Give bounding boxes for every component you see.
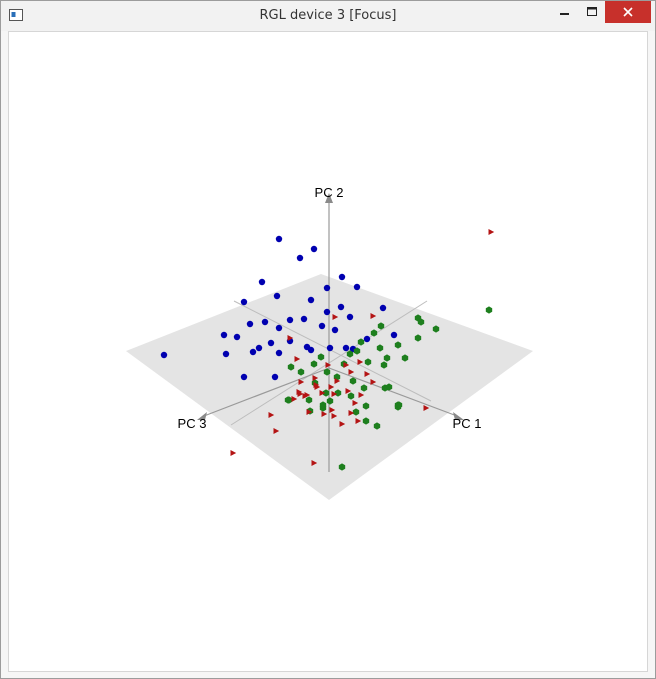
close-icon xyxy=(623,7,633,17)
point-blue xyxy=(249,348,257,356)
point-blue xyxy=(240,373,248,381)
title-bar[interactable]: RGL device 3 [Focus] xyxy=(1,1,655,31)
point-blue xyxy=(326,344,334,352)
point-blue xyxy=(337,303,345,311)
point-blue xyxy=(273,292,281,300)
point-blue xyxy=(323,308,331,316)
point-blue xyxy=(342,344,350,352)
point-blue xyxy=(271,373,279,381)
minimize-icon xyxy=(560,13,569,15)
rgl-canvas[interactable]: PC 2 PC 1 PC 3 xyxy=(8,31,648,672)
maximize-button[interactable] xyxy=(579,1,605,23)
axis-label-pc1: PC 1 xyxy=(453,416,482,431)
point-blue xyxy=(275,349,283,357)
point-green xyxy=(485,306,493,314)
point-blue xyxy=(307,296,315,304)
point-blue xyxy=(338,273,346,281)
point-blue xyxy=(160,351,168,359)
point-red xyxy=(488,229,495,235)
point-blue xyxy=(233,333,241,341)
point-blue xyxy=(255,344,263,352)
point-blue xyxy=(258,278,266,286)
point-blue xyxy=(240,298,248,306)
point-blue xyxy=(379,304,387,312)
point-blue xyxy=(346,313,354,321)
point-blue xyxy=(275,324,283,332)
axis-label-pc2: PC 2 xyxy=(315,185,344,200)
close-button[interactable] xyxy=(605,1,651,23)
point-blue xyxy=(318,322,326,330)
axis-label-pc3: PC 3 xyxy=(178,416,207,431)
point-red xyxy=(230,450,237,456)
point-blue xyxy=(286,316,294,324)
point-blue xyxy=(275,235,283,243)
3d-scatter-scene[interactable]: PC 2 PC 1 PC 3 xyxy=(9,32,647,671)
maximize-icon xyxy=(587,7,597,16)
point-blue xyxy=(246,320,254,328)
point-blue xyxy=(323,284,331,292)
point-blue xyxy=(363,335,371,343)
point-blue xyxy=(390,331,398,339)
point-blue xyxy=(353,283,361,291)
point-blue xyxy=(261,318,269,326)
point-blue xyxy=(267,339,275,347)
point-blue xyxy=(222,350,230,358)
point-blue xyxy=(296,254,304,262)
rgl-window: RGL device 3 [Focus] PC 2 PC 1 PC 3 xyxy=(0,0,656,679)
minimize-button[interactable] xyxy=(553,1,577,23)
point-blue xyxy=(310,245,318,253)
point-blue xyxy=(220,331,228,339)
point-blue xyxy=(307,346,315,354)
point-blue xyxy=(300,315,308,323)
point-blue xyxy=(331,326,339,334)
